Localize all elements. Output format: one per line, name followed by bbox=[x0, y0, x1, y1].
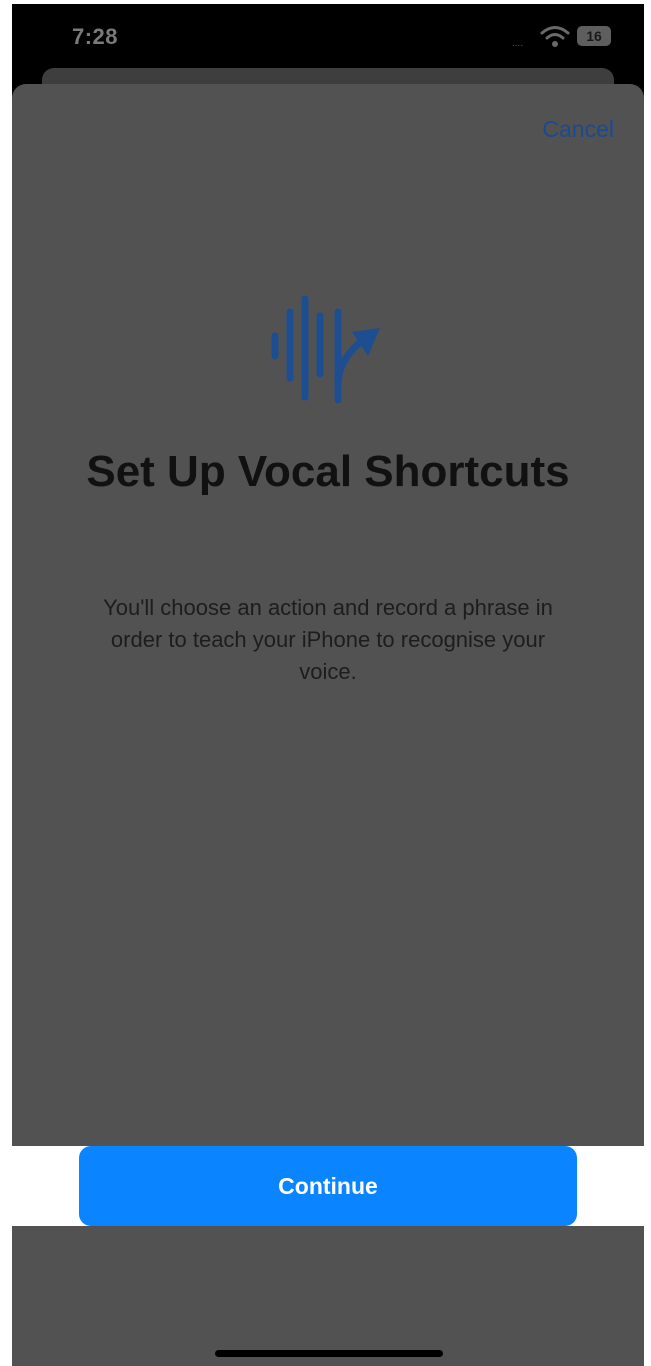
status-time: 7:28 bbox=[72, 24, 119, 49]
page-title: Set Up Vocal Shortcuts bbox=[86, 447, 570, 496]
wifi-icon bbox=[540, 26, 570, 47]
battery-icon: 16 bbox=[577, 26, 611, 46]
phone-screen: 7:28 .... 16 Cancel Set Up Vocal Shortcu… bbox=[12, 4, 644, 1366]
description-text: You'll choose an action and record a phr… bbox=[103, 595, 553, 684]
cancel-button[interactable]: Cancel bbox=[542, 116, 614, 143]
vocal-shortcuts-icon bbox=[271, 295, 380, 404]
signal-icon: .... bbox=[512, 38, 524, 49]
status-bar: 7:28 .... 16 bbox=[12, 4, 644, 66]
continue-button[interactable]: Continue bbox=[79, 1146, 577, 1226]
home-indicator[interactable] bbox=[215, 1350, 443, 1357]
